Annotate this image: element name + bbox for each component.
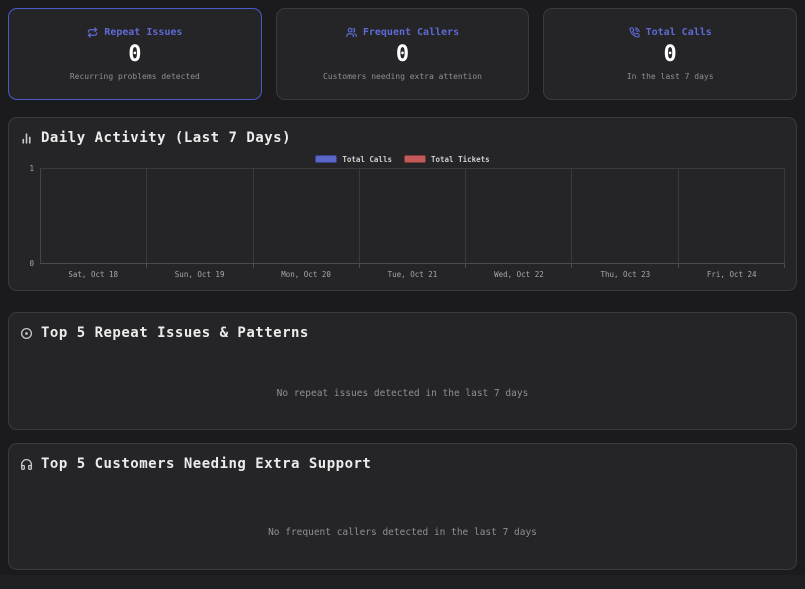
y-tick-label-min: 0: [29, 259, 34, 268]
chart-grid: [40, 168, 785, 264]
stat-card-title: Total Calls: [646, 27, 712, 38]
stat-card-value: 0: [128, 44, 141, 66]
panel-title-text: Daily Activity (Last 7 Days): [41, 130, 291, 146]
customers-support-empty-message: No frequent callers detected in the last…: [20, 527, 785, 538]
chart-column: [41, 169, 147, 263]
customers-support-panel: Top 5 Customers Needing Extra Support No…: [8, 443, 797, 570]
chart-column: [254, 169, 360, 263]
chart-column: [679, 169, 785, 263]
x-tick-label: Wed, Oct 22: [466, 270, 572, 279]
x-tick-label: Mon, Oct 20: [253, 270, 359, 279]
page-bottom-strip: [0, 575, 805, 589]
chart-column: [572, 169, 678, 263]
headset-icon: [20, 458, 33, 471]
legend-item-total-tickets[interactable]: Total Tickets: [404, 155, 490, 164]
chart-x-axis: Sat, Oct 18 Sun, Oct 19 Mon, Oct 20 Tue,…: [40, 270, 785, 279]
stat-card-value: 0: [396, 44, 409, 66]
stat-card-title: Repeat Issues: [104, 27, 182, 38]
repeat-issues-panel: Top 5 Repeat Issues & Patterns No repeat…: [8, 312, 797, 430]
stat-card-value: 0: [664, 44, 677, 66]
stat-card-subtitle: Recurring problems detected: [70, 72, 200, 81]
bar-chart-icon: [20, 132, 33, 145]
stat-card-subtitle: Customers needing extra attention: [323, 72, 482, 81]
repeat-icon: [87, 27, 98, 38]
legend-label: Total Tickets: [431, 155, 490, 164]
phone-call-icon: [629, 27, 640, 38]
stat-card-title: Frequent Callers: [363, 27, 459, 38]
chart-column: [466, 169, 572, 263]
legend-swatch-blue: [315, 155, 337, 163]
repeat-issues-empty-message: No repeat issues detected in the last 7 …: [20, 388, 785, 399]
chart-legend: Total Calls Total Tickets: [20, 154, 785, 164]
customers-support-title-row: Top 5 Customers Needing Extra Support: [20, 456, 785, 472]
stat-card-total-calls[interactable]: Total Calls 0 In the last 7 days: [543, 8, 797, 100]
daily-activity-panel: Daily Activity (Last 7 Days) Total Calls…: [8, 117, 797, 291]
x-tick-label: Sun, Oct 19: [146, 270, 252, 279]
stat-card-title-row: Repeat Issues: [87, 27, 182, 38]
stat-card-repeat-issues[interactable]: Repeat Issues 0 Recurring problems detec…: [8, 8, 262, 100]
x-tick-label: Thu, Oct 23: [572, 270, 678, 279]
legend-item-total-calls[interactable]: Total Calls: [315, 155, 392, 164]
stat-cards-row: Repeat Issues 0 Recurring problems detec…: [8, 8, 797, 100]
chart-y-axis: 1 0: [20, 168, 40, 264]
users-icon: [346, 27, 357, 38]
legend-swatch-red: [404, 155, 426, 163]
target-icon: [20, 327, 33, 340]
stat-card-title-row: Frequent Callers: [346, 27, 459, 38]
stat-card-title-row: Total Calls: [629, 27, 712, 38]
legend-label: Total Calls: [342, 155, 392, 164]
chart-plot-area: 1 0: [20, 168, 785, 264]
y-tick-label-max: 1: [29, 164, 34, 173]
chart-column: [360, 169, 466, 263]
stat-card-subtitle: In the last 7 days: [627, 72, 714, 81]
stat-card-frequent-callers[interactable]: Frequent Callers 0 Customers needing ext…: [276, 8, 530, 100]
daily-activity-title-row: Daily Activity (Last 7 Days): [20, 130, 785, 146]
panel-title-text: Top 5 Repeat Issues & Patterns: [41, 325, 309, 341]
panel-title-text: Top 5 Customers Needing Extra Support: [41, 456, 371, 472]
x-tick-label: Sat, Oct 18: [40, 270, 146, 279]
chart-column: [147, 169, 253, 263]
x-tick-label: Fri, Oct 24: [679, 270, 785, 279]
repeat-issues-title-row: Top 5 Repeat Issues & Patterns: [20, 325, 785, 341]
x-tick-label: Tue, Oct 21: [359, 270, 465, 279]
